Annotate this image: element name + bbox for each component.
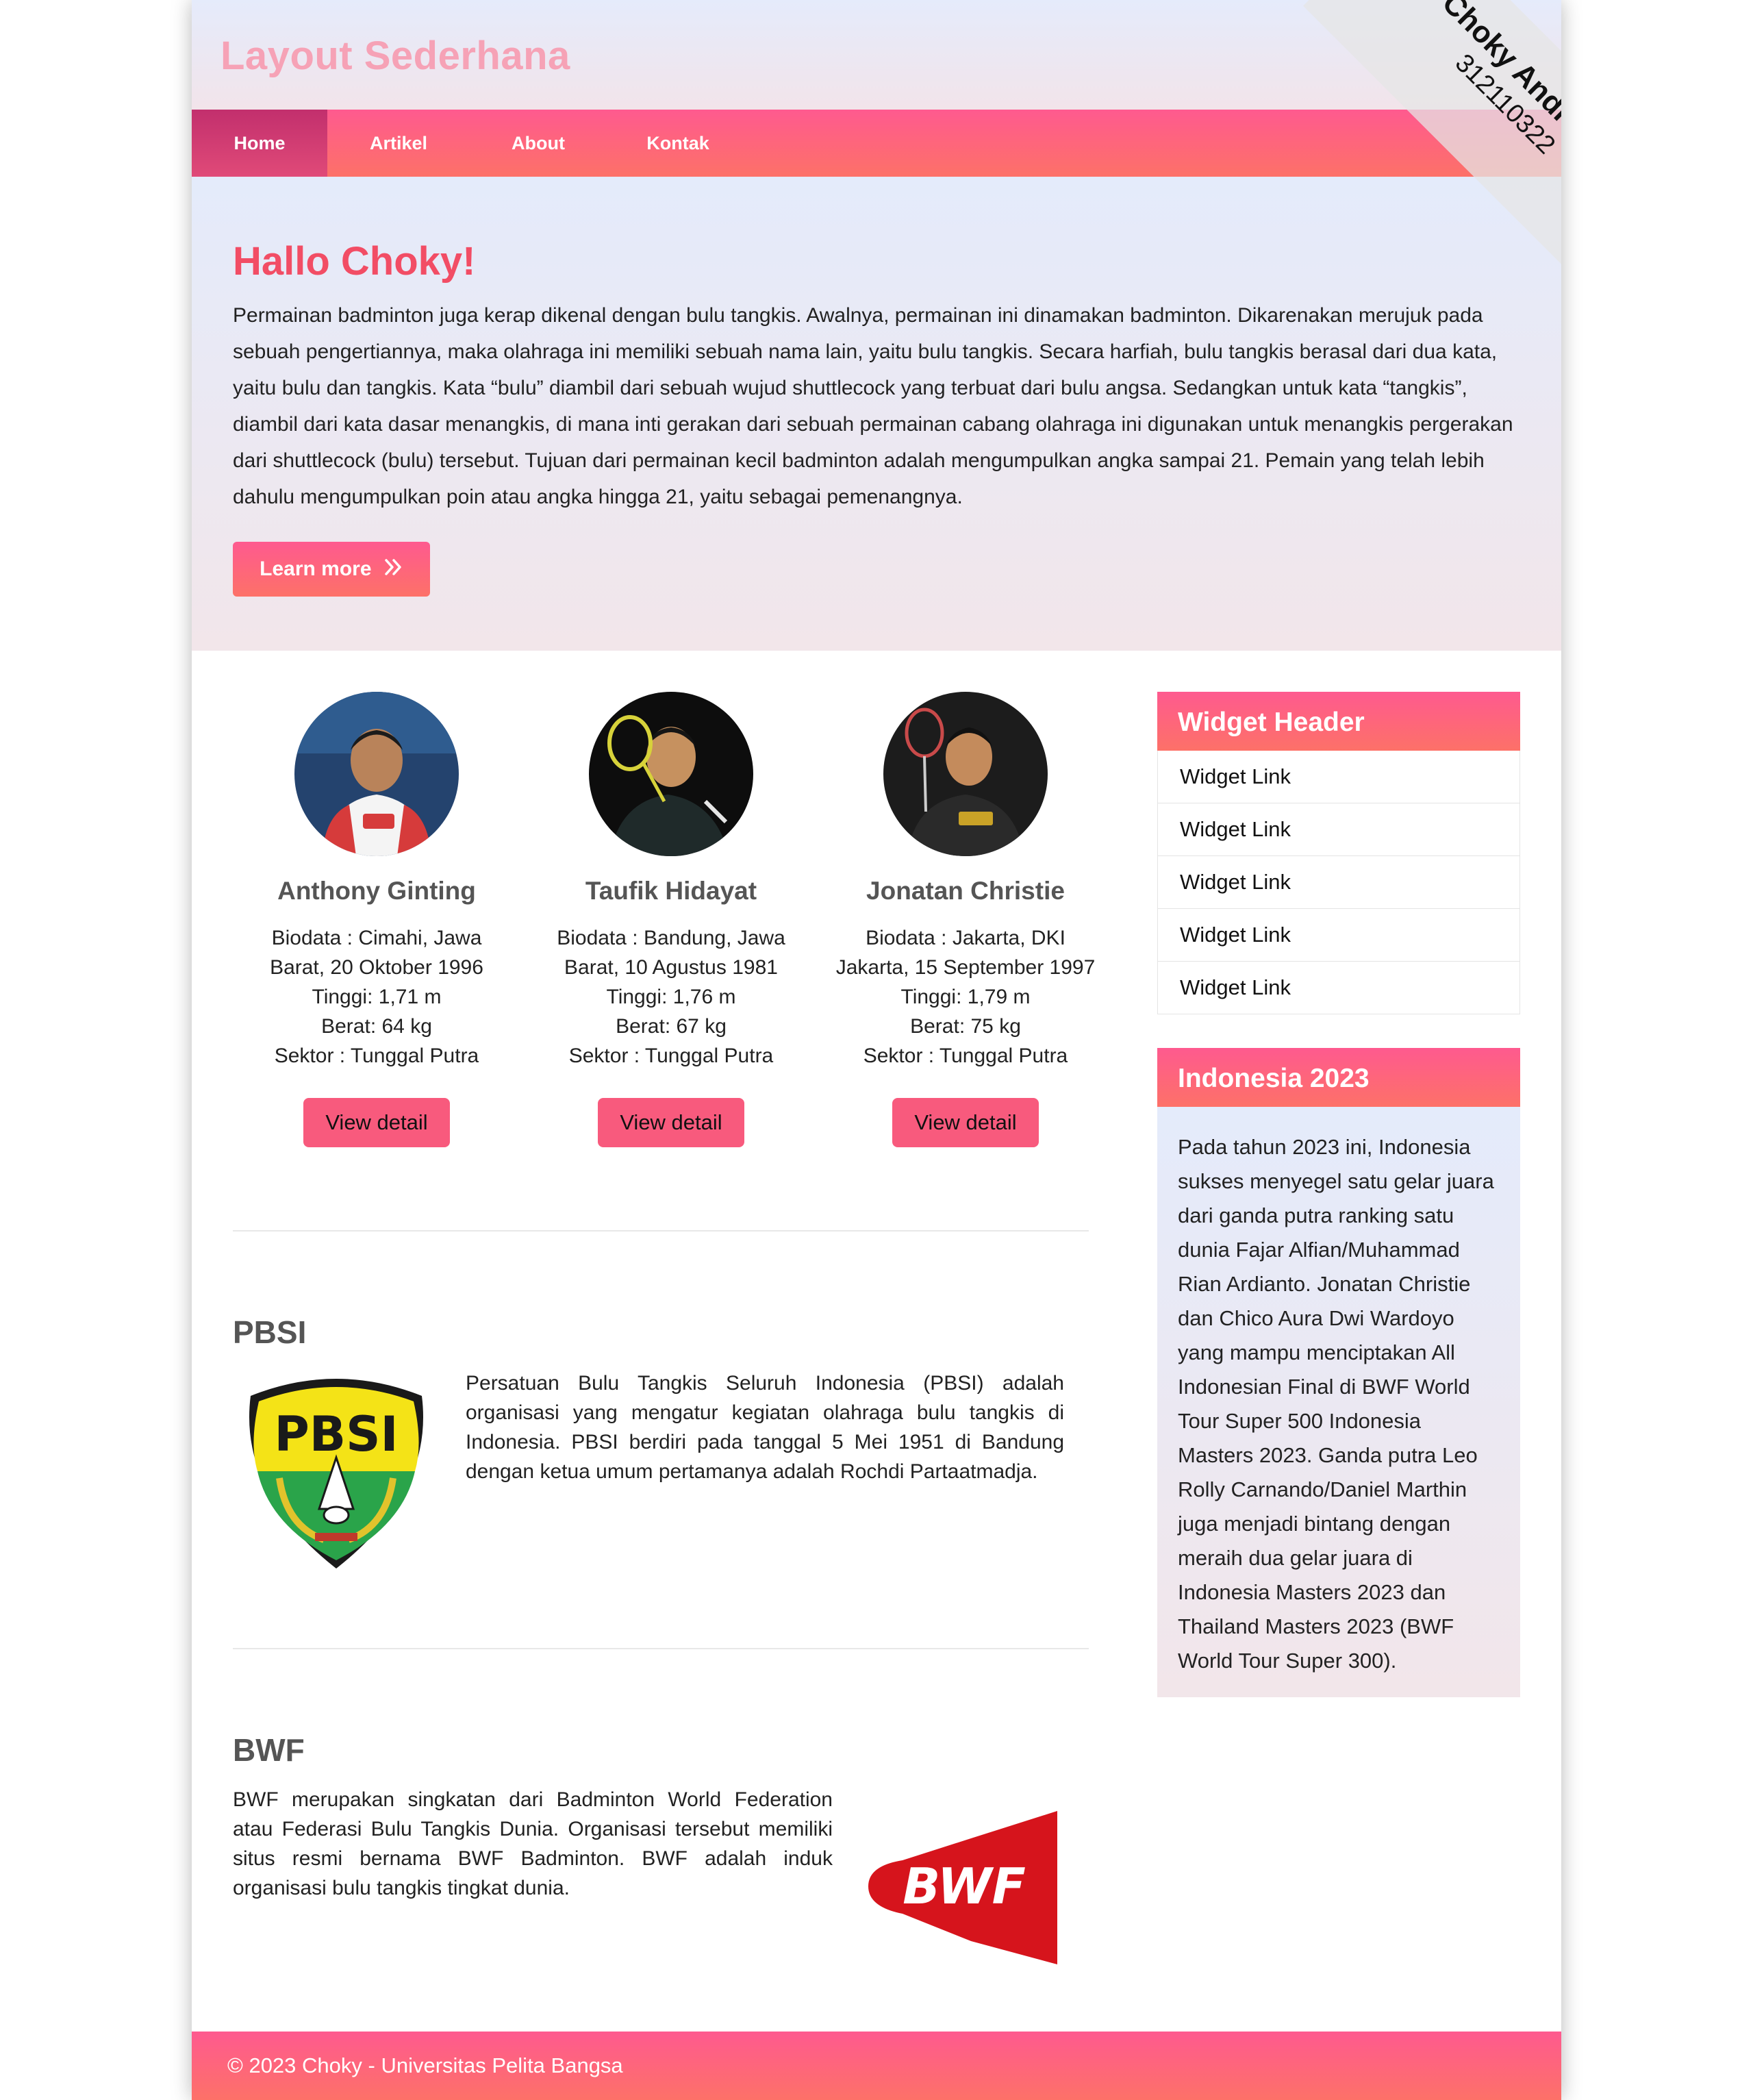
- widget-text-line: World Tour Super 300).: [1178, 1649, 1397, 1673]
- pbsi-logo: PBSI: [238, 1368, 434, 1571]
- learn-more-label: Learn more: [260, 558, 372, 580]
- widget-link[interactable]: Widget Link: [1157, 803, 1520, 856]
- widget-header: Indonesia 2023: [1157, 1048, 1520, 1107]
- bio-line: Sektor : Tunggal Putra: [568, 1045, 774, 1067]
- bwf-logo-text: BWF: [903, 1858, 1026, 1915]
- bio-line: Jakarta, 15 September 1997: [835, 956, 1096, 979]
- widget-text-line: dari ganda putra ranking satu: [1178, 1203, 1454, 1227]
- profile-card: Taufik Hidayat Biodata : Bandung, Jawa B…: [527, 692, 815, 1147]
- widget-text-line: meraih dua gelar juara di: [1178, 1546, 1413, 1570]
- divider: [233, 1230, 1089, 1232]
- widget-link[interactable]: Widget Link: [1157, 909, 1520, 962]
- player-photo: [589, 692, 753, 856]
- main-nav: Home Artikel About Kontak: [192, 110, 1561, 177]
- pbsi-logo-text: PBSI: [274, 1406, 398, 1462]
- bio-line: Berat: 67 kg: [616, 1015, 727, 1038]
- widget-text-line: Tour Super 500 Indonesia: [1178, 1409, 1422, 1433]
- widget-text-line: Thailand Masters 2023 (BWF: [1178, 1614, 1454, 1638]
- widget-indonesia: Indonesia 2023 Pada tahun 2023 ini, Indo…: [1157, 1048, 1520, 1697]
- nav-item-home[interactable]: Home: [192, 110, 327, 177]
- bio-line: Biodata : Jakarta, DKI: [866, 927, 1065, 949]
- widget-text-line: Rian Ardianto. Jonatan Christie: [1178, 1272, 1471, 1296]
- nav-item-kontak[interactable]: Kontak: [607, 110, 749, 177]
- pbsi-title: PBSI: [233, 1314, 307, 1350]
- widget-header: Widget Header: [1157, 692, 1520, 751]
- widget-text-line: Indonesia Masters 2023 dan: [1178, 1580, 1446, 1604]
- footer-text: © 2023 Choky - Universitas Pelita Bangsa: [227, 2053, 623, 2077]
- widget-text-line: dan Chico Aura Dwi Wardoyo: [1178, 1306, 1454, 1330]
- nav-item-about[interactable]: About: [470, 110, 607, 177]
- player-bio: Biodata : Cimahi, Jawa Barat, 20 Oktober…: [233, 923, 520, 1071]
- player-photo: [294, 692, 459, 856]
- bio-line: Sektor : Tunggal Putra: [863, 1045, 1068, 1067]
- player-bio: Biodata : Bandung, Jawa Barat, 10 Agustu…: [527, 923, 815, 1071]
- view-detail-button[interactable]: View detail: [303, 1098, 450, 1147]
- widget-text-line: yang mampu menciptakan All: [1178, 1340, 1455, 1364]
- divider: [233, 1648, 1089, 1649]
- widget-text-line: Rolly Carnando/Daniel Marthin: [1178, 1477, 1467, 1501]
- widget-link[interactable]: Widget Link: [1157, 962, 1520, 1014]
- bio-line: Biodata : Bandung, Jawa: [557, 927, 785, 949]
- view-detail-button[interactable]: View detail: [598, 1098, 744, 1147]
- bwf-title: BWF: [233, 1732, 305, 1768]
- bio-line: Biodata : Cimahi, Jawa: [271, 927, 482, 949]
- player-bio: Biodata : Jakarta, DKI Jakarta, 15 Septe…: [822, 923, 1109, 1071]
- hero-section: Hallo Choky! Permainan badminton juga ke…: [192, 177, 1561, 651]
- widget-link[interactable]: Widget Link: [1157, 751, 1520, 803]
- player-name: Taufik Hidayat: [585, 877, 757, 905]
- bwf-logo: BWF: [868, 1811, 1057, 1964]
- player-name: Anthony Ginting: [277, 877, 476, 905]
- widget-text-line: sukses menyegel satu gelar juara: [1178, 1169, 1494, 1193]
- bio-line: Berat: 75 kg: [910, 1015, 1021, 1038]
- learn-more-button[interactable]: Learn more: [233, 542, 430, 597]
- nav-item-artikel[interactable]: Artikel: [327, 110, 470, 177]
- double-chevron-right-icon: [384, 542, 403, 597]
- bio-line: Barat, 20 Oktober 1996: [270, 956, 483, 979]
- player-name: Jonatan Christie: [866, 877, 1065, 905]
- footer: © 2023 Choky - Universitas Pelita Bangsa: [192, 2032, 1561, 2100]
- bio-line: Barat, 10 Agustus 1981: [564, 956, 778, 979]
- pbsi-text: Persatuan Bulu Tangkis Seluruh Indonesia…: [466, 1372, 1064, 1483]
- bwf-text: BWF merupakan singkatan dari Badminton W…: [233, 1788, 833, 1899]
- widget-links: Widget Header Widget Link Widget Link Wi…: [1157, 692, 1520, 1014]
- player-photo: [883, 692, 1048, 856]
- page: Layout Sederhana Home Artikel About Kont…: [192, 0, 1561, 2100]
- widget-link[interactable]: Widget Link: [1157, 856, 1520, 909]
- view-detail-button[interactable]: View detail: [892, 1098, 1039, 1147]
- site-title[interactable]: Layout Sederhana: [220, 33, 570, 79]
- profile-card: Anthony Ginting Biodata : Cimahi, Jawa B…: [233, 692, 520, 1147]
- widget-text-line: Masters 2023. Ganda putra Leo: [1178, 1443, 1478, 1467]
- bio-line: Berat: 64 kg: [321, 1015, 432, 1038]
- widget-text-line: dunia Fajar Alfian/Muhammad: [1178, 1238, 1460, 1262]
- bio-line: Tinggi: 1,79 m: [900, 986, 1031, 1008]
- widget-body: Pada tahun 2023 ini, Indonesia sukses me…: [1157, 1107, 1520, 1697]
- bio-line: Tinggi: 1,76 m: [606, 986, 736, 1008]
- bio-line: Sektor : Tunggal Putra: [274, 1045, 479, 1067]
- widget-text-line: Pada tahun 2023 ini, Indonesia: [1178, 1135, 1471, 1159]
- widget-text-line: Indonesian Final di BWF World: [1178, 1375, 1470, 1399]
- hero-title: Hallo Choky!: [233, 239, 476, 284]
- hero-text: Permainan badminton juga kerap dikenal d…: [233, 304, 1513, 508]
- profile-card: Jonatan Christie Biodata : Jakarta, DKI …: [822, 692, 1109, 1147]
- widget-text-line: juga menjadi bintang dengan: [1178, 1512, 1451, 1536]
- bio-line: Tinggi: 1,71 m: [312, 986, 442, 1008]
